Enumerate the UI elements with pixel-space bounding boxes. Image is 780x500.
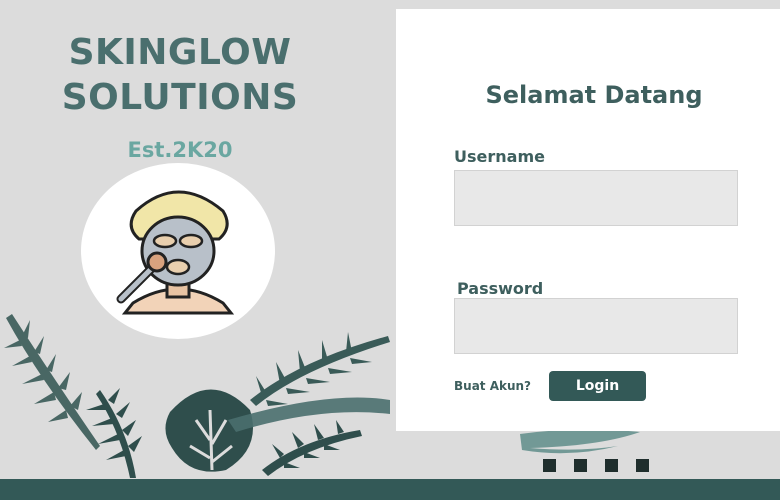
- decorative-square: [636, 459, 649, 472]
- decorative-square: [543, 459, 556, 472]
- decorative-square: [605, 459, 618, 472]
- username-label: Username: [454, 147, 545, 166]
- login-card: Selamat Datang Username Password Buat Ak…: [396, 9, 780, 431]
- password-label: Password: [457, 279, 544, 298]
- welcome-heading: Selamat Datang: [485, 81, 703, 109]
- decorative-square: [574, 459, 587, 472]
- username-input[interactable]: [454, 170, 738, 226]
- login-button[interactable]: Login: [549, 371, 646, 401]
- password-input[interactable]: [454, 298, 738, 354]
- create-account-link[interactable]: Buat Akun?: [454, 379, 531, 393]
- footer-bar: [0, 479, 780, 500]
